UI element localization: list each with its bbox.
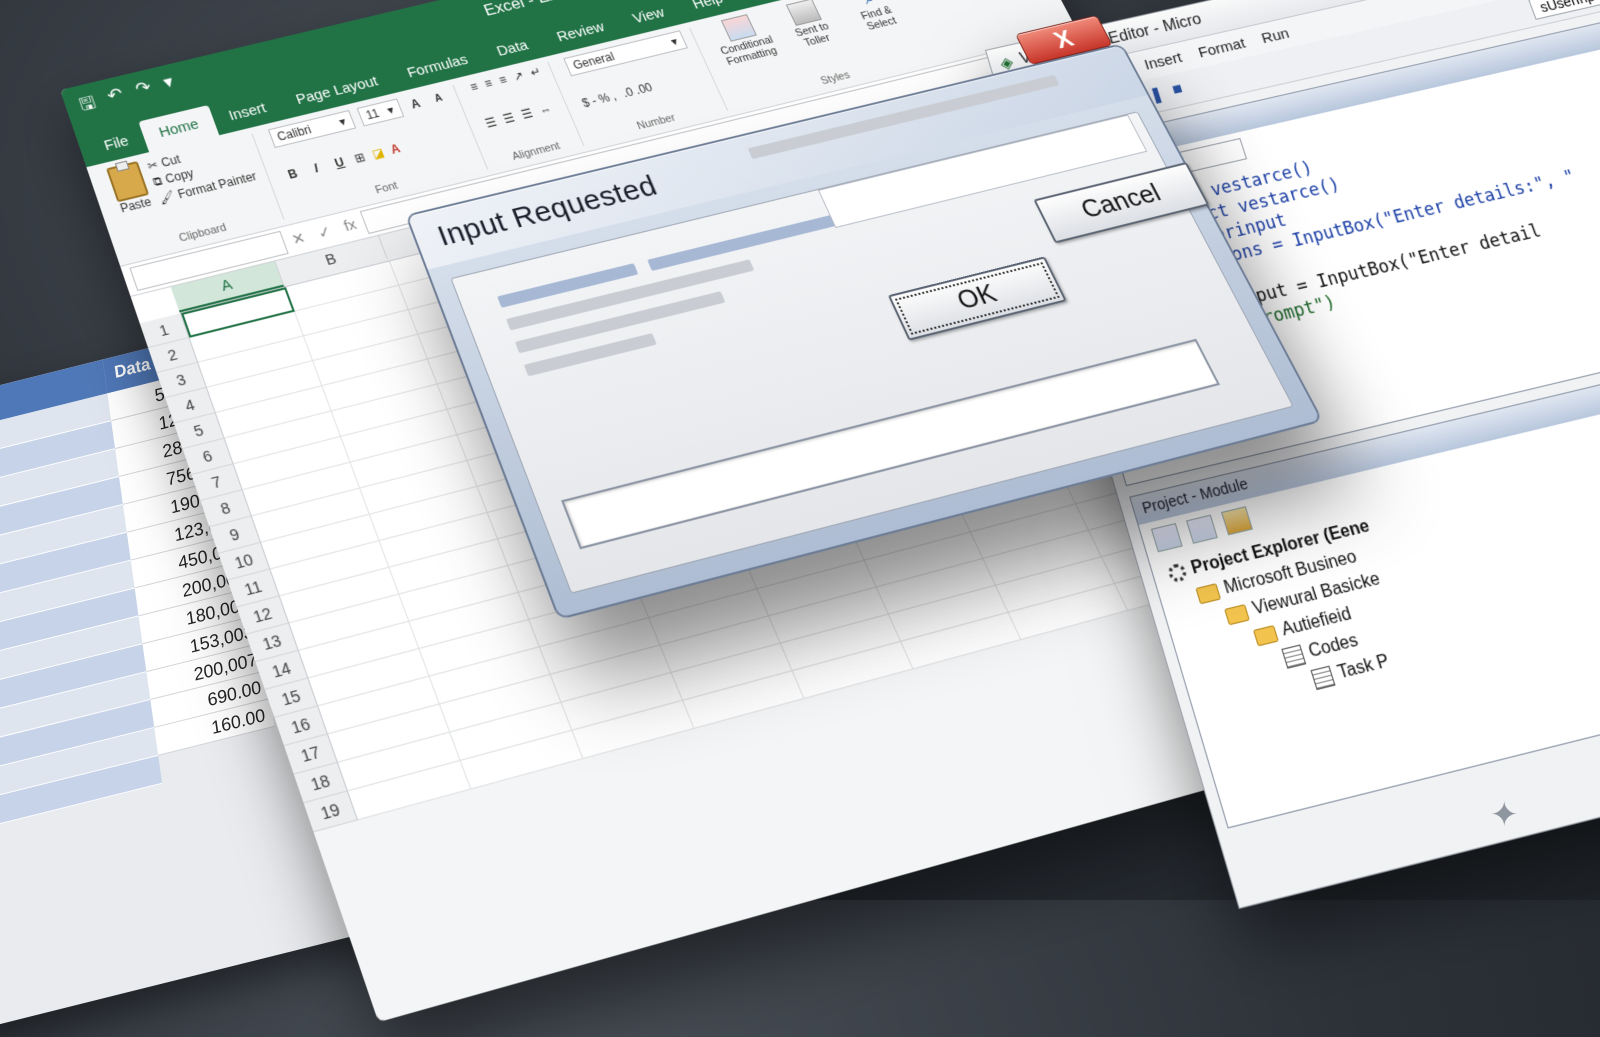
cancel-button[interactable]: Cancel <box>1033 162 1210 244</box>
paste-icon <box>105 160 150 203</box>
reset-icon[interactable]: ■ <box>1170 80 1185 99</box>
insert-function-icon[interactable]: fx <box>341 216 359 236</box>
project-icon <box>1166 562 1189 584</box>
view-code-icon[interactable] <box>1150 522 1183 553</box>
merge-icon[interactable]: ⇔ <box>537 102 554 118</box>
align-left-icon[interactable]: ☰ <box>483 115 499 130</box>
brush-icon: 🖌 <box>156 188 177 206</box>
font-size-select[interactable]: 11 ▾ <box>356 98 404 127</box>
data-header-label: Data <box>113 354 152 382</box>
align-top-icon[interactable]: ≡ <box>468 80 480 94</box>
vbe-menu-format[interactable]: Format <box>1196 35 1247 61</box>
conditional-formatting-button[interactable]: Conditional Formatting <box>705 10 784 69</box>
align-bottom-icon[interactable]: ≡ <box>497 73 509 87</box>
font-size-value: 11 <box>364 106 382 123</box>
orientation-icon[interactable]: ↗ <box>511 69 526 84</box>
underline-icon[interactable]: U <box>329 154 350 171</box>
borders-icon[interactable]: ⊞ <box>352 150 367 165</box>
module-icon <box>1310 665 1336 691</box>
undo-icon[interactable]: ↶ <box>105 84 129 115</box>
folder-icon <box>1252 624 1279 646</box>
paste-button[interactable]: Paste <box>105 160 154 216</box>
font-color-icon[interactable]: A <box>389 142 403 157</box>
send-to-label: Sent to Toller <box>793 20 833 49</box>
folder-icon <box>1223 603 1250 625</box>
folder-icon <box>1195 582 1221 604</box>
chevron-down-icon: ▾ <box>668 34 680 49</box>
vbe-menu-insert[interactable]: Insert <box>1142 49 1183 73</box>
sparkle-icon: ✦ <box>1490 796 1519 834</box>
cut-label: Cut <box>159 151 183 170</box>
view-object-icon[interactable] <box>1186 514 1218 544</box>
copy-icon: ⧉ <box>150 173 165 189</box>
enter-icon[interactable]: ✓ <box>315 222 335 242</box>
find-select-button[interactable]: ⌕Find & Select <box>835 0 913 36</box>
conditional-formatting-label: Conditional Formatting <box>718 34 780 68</box>
align-right-icon[interactable]: ☰ <box>519 106 535 121</box>
chevron-down-icon: ▾ <box>385 102 397 118</box>
ok-button[interactable]: OK <box>887 256 1067 341</box>
shrink-font-icon[interactable]: A <box>429 92 448 106</box>
decimal-buttons[interactable]: .0 .00 <box>620 81 654 101</box>
scissors-icon: ✂ <box>145 157 160 173</box>
toggle-folders-icon[interactable] <box>1221 506 1253 536</box>
redo-icon[interactable]: ↷ <box>133 77 157 108</box>
bold-icon[interactable]: B <box>282 166 303 183</box>
send-to-button[interactable]: Sent to Toller <box>770 0 849 53</box>
grow-font-icon[interactable]: A <box>405 96 425 112</box>
chevron-down-icon: ▾ <box>337 114 348 129</box>
vbe-menu-run[interactable]: Run <box>1259 25 1291 47</box>
cancel-entry-icon[interactable]: ✕ <box>289 229 307 249</box>
number-format-value: General <box>570 49 617 73</box>
align-center-icon[interactable]: ☰ <box>501 111 517 126</box>
module-icon <box>1281 644 1307 669</box>
number-symbols[interactable]: $ - % , <box>580 89 619 110</box>
fill-color-icon[interactable]: ◪ <box>370 146 386 162</box>
align-middle-icon[interactable]: ≡ <box>482 76 494 90</box>
find-select-label: Find & Select <box>859 4 899 33</box>
font-name-value: Calibri <box>275 122 314 144</box>
procedure-select[interactable]: sUserInput) <box>1528 0 1600 20</box>
wrap-text-icon[interactable]: ↵ <box>528 65 543 80</box>
save-icon[interactable]: 🖫 <box>76 91 100 122</box>
italic-icon[interactable]: I <box>306 160 327 177</box>
